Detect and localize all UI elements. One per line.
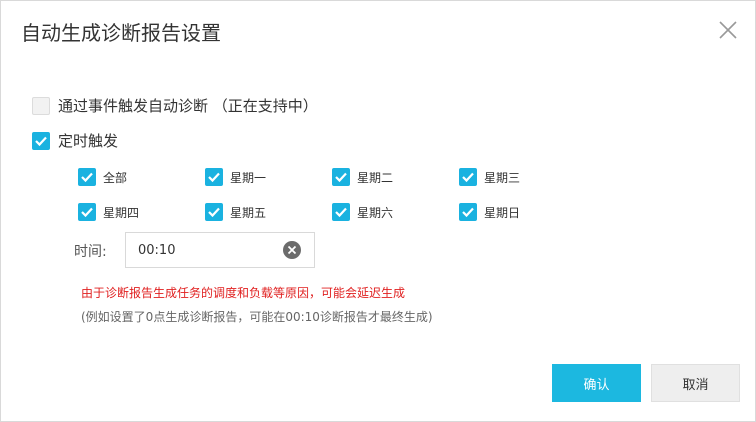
day-friday-checkbox[interactable] <box>205 203 223 221</box>
day-thursday-checkbox[interactable] <box>78 203 96 221</box>
event-trigger-option[interactable]: 通过事件触发自动诊断 （正在支持中） <box>32 95 318 116</box>
check-icon <box>462 207 474 218</box>
day-wednesday[interactable]: 星期三 <box>459 168 520 186</box>
day-saturday-label: 星期六 <box>357 205 394 220</box>
day-sunday[interactable]: 星期日 <box>459 203 520 221</box>
check-icon <box>35 136 47 146</box>
day-sunday-label: 星期日 <box>484 205 521 220</box>
delay-example-text: (例如设置了0点生成诊断报告，可能在00:10诊断报告才最终生成) <box>81 310 433 324</box>
day-saturday[interactable]: 星期六 <box>332 203 393 221</box>
day-friday[interactable]: 星期五 <box>205 203 266 221</box>
day-all-checkbox[interactable] <box>78 168 96 186</box>
timed-trigger-checkbox[interactable] <box>32 131 50 150</box>
day-tuesday[interactable]: 星期二 <box>332 168 393 186</box>
event-trigger-checkbox[interactable] <box>32 96 50 115</box>
check-icon <box>81 172 93 183</box>
day-wednesday-checkbox[interactable] <box>459 168 477 186</box>
day-all[interactable]: 全部 <box>78 168 127 186</box>
day-monday[interactable]: 星期一 <box>205 168 266 186</box>
check-icon <box>208 172 220 183</box>
day-thursday[interactable]: 星期四 <box>78 203 139 221</box>
timed-trigger-label: 定时触发 <box>58 132 119 150</box>
time-label: 时间: <box>74 244 107 260</box>
check-icon <box>335 172 347 183</box>
day-wednesday-label: 星期三 <box>484 170 521 185</box>
day-all-label: 全部 <box>103 170 128 185</box>
check-icon <box>462 172 474 183</box>
clear-icon[interactable] <box>283 241 301 259</box>
check-icon <box>81 207 93 218</box>
day-monday-label: 星期一 <box>230 170 267 185</box>
dialog-title: 自动生成诊断报告设置 <box>21 21 221 45</box>
check-icon <box>335 207 347 218</box>
day-tuesday-checkbox[interactable] <box>332 168 350 186</box>
day-thursday-label: 星期四 <box>103 205 140 220</box>
cancel-button[interactable]: 取消 <box>651 364 740 402</box>
check-icon <box>208 207 220 218</box>
delay-warning-text: 由于诊断报告生成任务的调度和负载等原因，可能会延迟生成 <box>81 286 406 300</box>
event-trigger-label: 通过事件触发自动诊断 （正在支持中） <box>58 97 318 115</box>
time-field[interactable] <box>125 232 315 268</box>
day-tuesday-label: 星期二 <box>357 170 394 185</box>
day-saturday-checkbox[interactable] <box>332 203 350 221</box>
day-friday-label: 星期五 <box>230 205 267 220</box>
day-sunday-checkbox[interactable] <box>459 203 477 221</box>
confirm-button[interactable]: 确认 <box>552 364 641 402</box>
day-monday-checkbox[interactable] <box>205 168 223 186</box>
time-input[interactable] <box>136 241 280 259</box>
timed-trigger-option[interactable]: 定时触发 <box>32 130 118 151</box>
settings-dialog: 自动生成诊断报告设置 通过事件触发自动诊断 （正在支持中） 定时触发 全部 星期… <box>0 0 756 422</box>
close-icon[interactable] <box>717 19 739 41</box>
